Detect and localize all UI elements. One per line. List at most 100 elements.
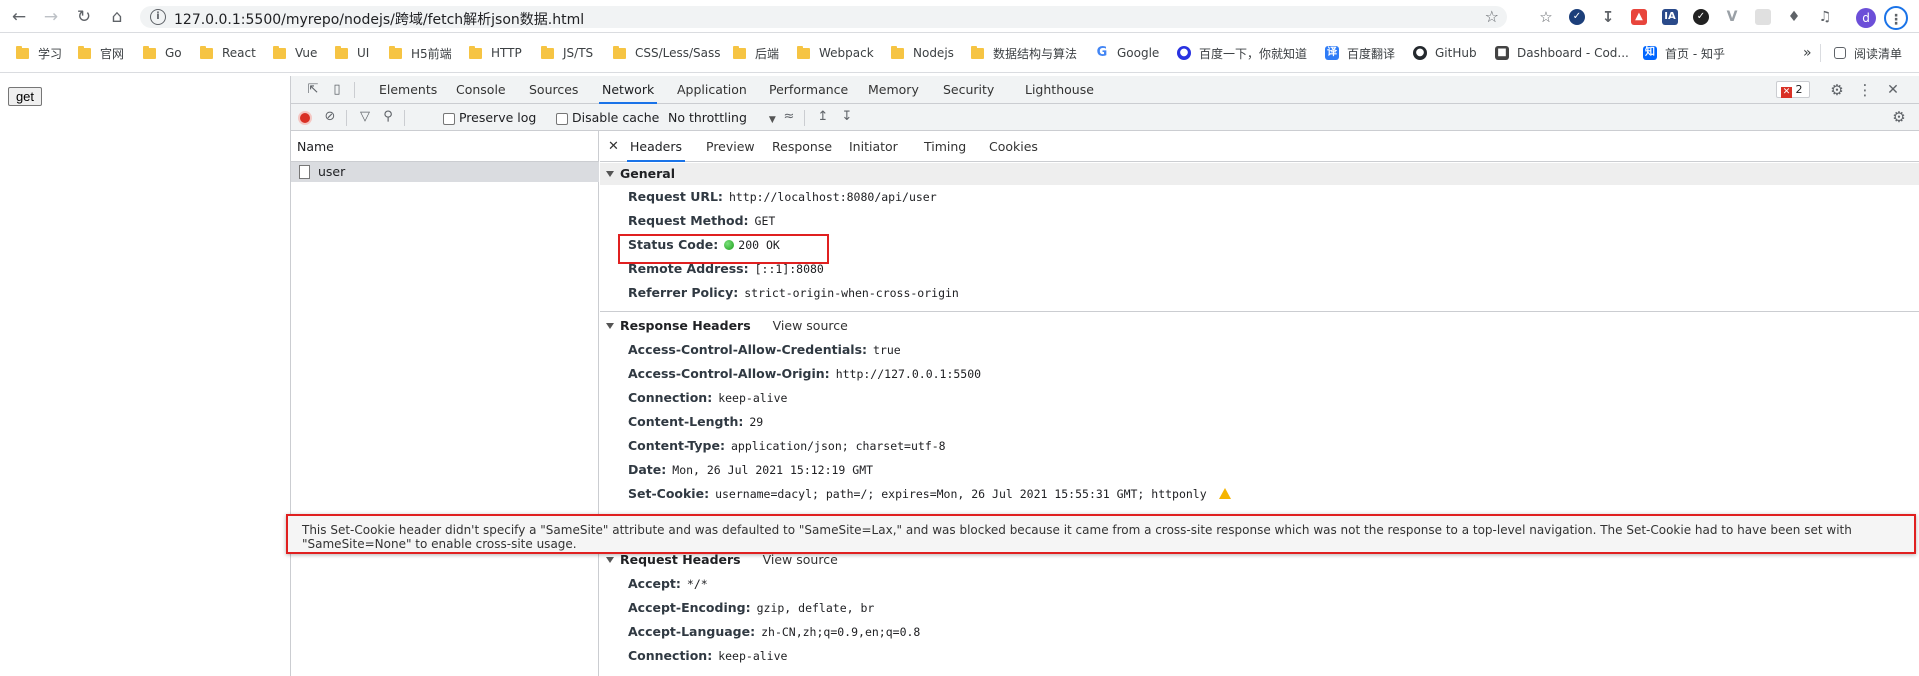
bookmark-folder[interactable]: JS/TS <box>541 44 593 62</box>
network-conditions-icon[interactable]: ≈ <box>781 109 797 125</box>
tab-memory[interactable]: Memory <box>868 76 919 104</box>
tab-initiator[interactable]: Initiator <box>849 131 898 162</box>
filter-icon[interactable]: ▽ <box>357 109 373 125</box>
download-icon[interactable]: ↧ <box>1600 9 1616 25</box>
bookmark-folder[interactable]: Go <box>143 44 182 62</box>
reading-list-button[interactable]: 阅读清单 <box>1834 44 1902 62</box>
tab-application[interactable]: Application <box>677 76 747 104</box>
header-row: Connection: keep-alive <box>628 390 788 405</box>
bookmark-google[interactable]: G Google <box>1095 44 1160 62</box>
request-row[interactable]: user <box>291 162 599 182</box>
tab-elements[interactable]: Elements <box>379 76 437 104</box>
extension-gray-icon[interactable] <box>1755 9 1771 25</box>
bookmark-folder[interactable]: Webpack <box>797 44 874 62</box>
throttling-select[interactable]: No throttling ▼ <box>668 110 776 125</box>
samesite-warning-tooltip: This Set-Cookie header didn't specify a … <box>286 514 1916 554</box>
extension-red-icon[interactable]: ▲ <box>1631 9 1647 25</box>
preserve-log-checkbox[interactable] <box>443 112 455 125</box>
media-control-icon[interactable]: ♫ <box>1817 9 1833 25</box>
bookmark-star-icon[interactable]: ☆ <box>1485 7 1499 26</box>
tab-network[interactable]: Network <box>599 76 658 104</box>
bookmark-folder[interactable]: 官网 <box>78 44 124 62</box>
clear-icon[interactable]: ⊘ <box>322 109 338 125</box>
bookmark-folder[interactable]: Vue <box>273 44 317 62</box>
bookmark-label: 数据结构与算法 <box>993 46 1078 61</box>
tab-response[interactable]: Response <box>772 131 832 162</box>
disable-cache-toggle[interactable]: Disable cache <box>556 110 659 125</box>
import-har-icon[interactable]: ↥ <box>815 109 831 125</box>
site-info-icon[interactable]: i <box>150 9 166 25</box>
tab-console[interactable]: Console <box>456 76 506 104</box>
folder-icon <box>891 45 904 59</box>
devtools-menu-icon[interactable]: ⋮ <box>1857 82 1873 98</box>
settings-gear-icon[interactable]: ⚙ <box>1829 82 1845 98</box>
error-counter[interactable]: ✕ 2 <box>1776 81 1810 98</box>
bookmark-folder[interactable]: HTTP <box>469 44 522 62</box>
response-headers-section-header[interactable]: Response Headers View source <box>600 315 1919 337</box>
get-button[interactable]: get <box>8 87 42 106</box>
bookmark-folder[interactable]: 后端 <box>733 44 779 62</box>
bookmark-folder[interactable]: 数据结构与算法 <box>971 44 1077 62</box>
extension-ia-icon[interactable]: IA <box>1662 9 1678 25</box>
back-icon[interactable]: ← <box>8 6 30 28</box>
tab-lighthouse[interactable]: Lighthouse <box>1025 76 1094 104</box>
network-settings-gear-icon[interactable]: ⚙ <box>1891 109 1907 125</box>
tab-security[interactable]: Security <box>943 76 994 104</box>
bookmark-folder[interactable]: 学习 <box>16 44 62 62</box>
forward-icon[interactable]: → <box>40 6 62 28</box>
profile-avatar[interactable]: d <box>1856 8 1876 28</box>
tab-performance[interactable]: Performance <box>769 76 848 104</box>
folder-icon <box>78 45 91 59</box>
tab-sources[interactable]: Sources <box>529 76 578 104</box>
close-details-icon[interactable]: ✕ <box>608 131 619 162</box>
bookmark-zhihu[interactable]: 知首页 - 知乎 <box>1643 44 1725 62</box>
view-source-link[interactable]: View source <box>773 318 848 333</box>
bookmark-github[interactable]: ● GitHub <box>1413 44 1477 62</box>
disable-cache-checkbox[interactable] <box>556 112 568 125</box>
bookmark-label: 首页 - 知乎 <box>1665 46 1725 61</box>
more-bookmarks-button[interactable]: » <box>1803 44 1812 62</box>
device-toolbar-icon[interactable]: ▯ <box>329 82 345 98</box>
bookmark-folder[interactable]: Nodejs <box>891 44 954 62</box>
close-devtools-icon[interactable]: ✕ <box>1885 82 1901 98</box>
header-row: Content-Type: application/json; charset=u… <box>628 438 946 453</box>
extensions-puzzle-icon[interactable]: ♦ <box>1786 9 1802 25</box>
tab-preview[interactable]: Preview <box>706 131 755 162</box>
bookmark-label: Go <box>165 46 182 60</box>
search-icon[interactable]: ⚲ <box>380 109 396 125</box>
tab-cookies[interactable]: Cookies <box>989 131 1038 162</box>
folder-icon <box>273 45 286 59</box>
bookmark-folder[interactable]: CSS/Less/Sass <box>613 44 721 62</box>
url-text[interactable]: 127.0.0.1:5500/myrepo/nodejs/跨域/fetch解析j… <box>174 9 584 29</box>
name-column-header[interactable]: Name <box>291 131 599 162</box>
tab-headers[interactable]: Headers <box>627 131 686 162</box>
preserve-log-toggle[interactable]: Preserve log <box>443 110 536 125</box>
header-row: Date: Mon, 26 Jul 2021 15:12:19 GMT <box>628 462 874 477</box>
address-bar[interactable]: i 127.0.0.1:5500/myrepo/nodejs/跨域/fetch解… <box>140 6 1507 28</box>
extension-check-icon[interactable]: ✓ <box>1569 9 1585 25</box>
warning-icon[interactable] <box>1218 488 1231 499</box>
extension-dark-icon[interactable]: ✓ <box>1693 9 1709 25</box>
general-section-header[interactable]: General <box>600 163 1919 185</box>
bookmark-folder[interactable]: UI <box>335 44 369 62</box>
star-list-icon[interactable]: ☆ <box>1538 9 1554 25</box>
section-title: General <box>620 166 675 181</box>
reading-list-icon <box>1834 47 1846 59</box>
bookmark-label: 百度翻译 <box>1347 46 1396 61</box>
bookmark-baidu-translate[interactable]: 译百度翻译 <box>1325 44 1395 62</box>
export-har-icon[interactable]: ↧ <box>839 109 855 125</box>
menu-kebab-icon[interactable]: ⋮ <box>1884 6 1908 30</box>
browser-toolbar: ← → ↻ ⌂ i 127.0.0.1:5500/myrepo/nodejs/跨… <box>0 0 1919 33</box>
tab-timing[interactable]: Timing <box>924 131 966 162</box>
extension-vue-icon[interactable]: V <box>1724 9 1740 25</box>
folder-icon <box>335 45 348 59</box>
bookmark-folder[interactable]: H5前端 <box>389 44 452 62</box>
bookmark-folder[interactable]: React <box>200 44 256 62</box>
record-icon[interactable] <box>298 111 312 125</box>
reload-icon[interactable]: ↻ <box>73 6 95 28</box>
bookmark-baidu[interactable]: ● 百度一下，你就知道 <box>1177 44 1307 62</box>
view-source-link[interactable]: View source <box>763 552 838 567</box>
bookmark-dashboard[interactable]: ■ Dashboard - Cod... <box>1495 44 1629 62</box>
home-icon[interactable]: ⌂ <box>106 6 128 28</box>
inspect-element-icon[interactable]: ⇱ <box>305 82 321 98</box>
